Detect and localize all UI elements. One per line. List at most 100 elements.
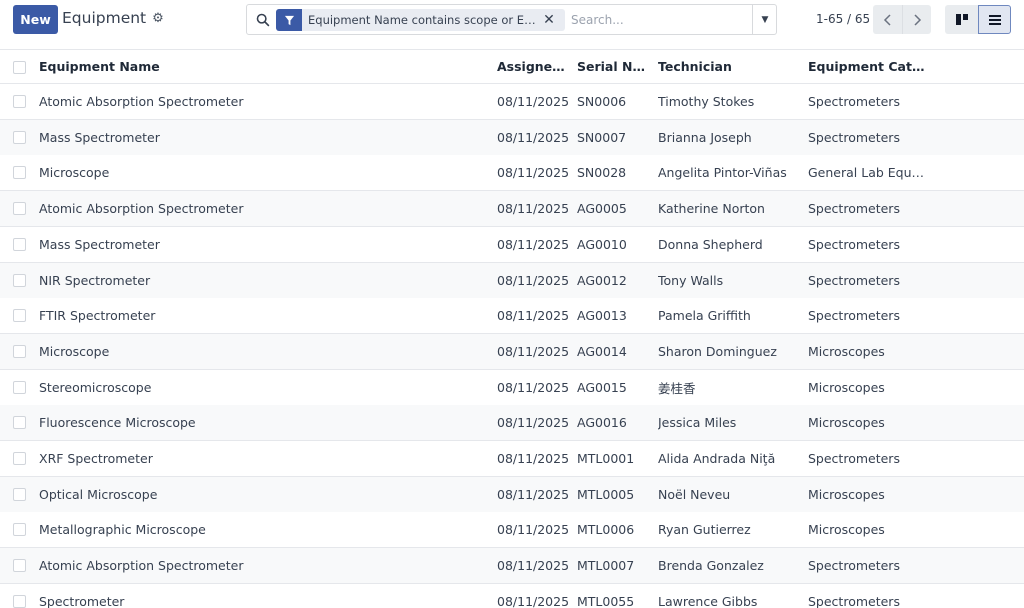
- cell-technician: Brenda Gonzalez: [658, 558, 764, 574]
- cell-assigned-date: 08/11/2025: [497, 451, 570, 466]
- table-row[interactable]: Metallographic Microscope 08/11/2025 MTL00…: [0, 512, 1024, 549]
- table-row[interactable]: Atomic Absorption Spectrometer 08/11/2025…: [0, 548, 1024, 585]
- cell-serial-number: MTL0005: [577, 486, 635, 502]
- table-row[interactable]: Microscope 08/11/2025 AG0014 Sharon Domingu…: [0, 333, 1024, 370]
- row-checkbox[interactable]: [13, 237, 26, 251]
- cell-equipment-category: Spectrometers: [808, 129, 900, 145]
- cell-equipment-category: Spectrometers: [808, 558, 900, 574]
- pager-value[interactable]: 1-65 / 65: [816, 12, 870, 26]
- table-row[interactable]: Mass Spectrometer 08/11/2025 AG0010 Donna S…: [0, 226, 1024, 263]
- cell-technician: Alida Andrada Niţă: [658, 451, 776, 466]
- row-checkbox[interactable]: [13, 380, 26, 394]
- row-checkbox[interactable]: [13, 416, 26, 430]
- search-bar: Equipment Name contains scope or Equipme…: [246, 4, 777, 35]
- cell-equipment-category: Microscopes: [808, 379, 885, 395]
- caret-down-icon[interactable]: ▼: [753, 5, 777, 34]
- chevron-left-icon[interactable]: [873, 5, 902, 34]
- row-checkbox[interactable]: [13, 309, 26, 323]
- cell-assigned-date: 08/11/2025: [497, 129, 570, 145]
- table-row[interactable]: Atomic Absorption Spectrometer 08/11/2025…: [0, 191, 1024, 228]
- search-input[interactable]: [571, 10, 747, 30]
- table-row[interactable]: Microscope 08/11/2025 SN0028 Angelita Pinto…: [0, 155, 1024, 192]
- cell-serial-number: MTL0006: [577, 522, 635, 538]
- facet-body: Equipment Name contains scope or Equipme…: [302, 9, 565, 31]
- row-checkbox[interactable]: [13, 202, 26, 216]
- close-icon[interactable]: ✕: [542, 12, 556, 28]
- row-checkbox[interactable]: [13, 594, 26, 608]
- new-button[interactable]: New: [13, 5, 58, 34]
- cell-assigned-date: 08/11/2025: [497, 272, 570, 288]
- cell-equipment-name: Atomic Absorption Spectrometer: [39, 94, 244, 109]
- row-checkbox[interactable]: [13, 559, 26, 573]
- cell-assigned-date: 08/11/2025: [497, 593, 570, 608]
- row-checkbox[interactable]: [13, 487, 26, 501]
- row-checkbox[interactable]: [13, 130, 26, 144]
- cell-assigned-date: 08/11/2025: [497, 486, 570, 502]
- cell-equipment-name: NIR Spectrometer: [39, 272, 151, 288]
- cell-serial-number: MTL0055: [577, 593, 635, 608]
- cell-equipment-name: Microscope: [39, 343, 110, 359]
- kanban-view-icon[interactable]: [945, 5, 978, 34]
- cell-equipment-name: Atomic Absorption Spectrometer: [39, 201, 244, 217]
- cell-equipment-category: Spectrometers: [808, 272, 900, 288]
- list-view-icon[interactable]: [978, 5, 1011, 34]
- table-row[interactable]: Optical Microscope 08/11/2025 MTL0005 Noël …: [0, 476, 1024, 513]
- cell-equipment-category: Spectrometers: [808, 236, 900, 252]
- cell-equipment-category: General Lab Equipment: [808, 165, 926, 181]
- view-switcher: [945, 5, 1011, 34]
- cell-equipment-category: Spectrometers: [808, 451, 900, 466]
- row-checkbox[interactable]: [13, 166, 26, 180]
- table-row[interactable]: Spectrometer 08/11/2025 MTL0055 Lawrence Gi…: [0, 583, 1024, 608]
- cell-equipment-name: Atomic Absorption Spectrometer: [39, 558, 244, 574]
- column-header-equipment-name[interactable]: Equipment Name: [39, 50, 479, 83]
- table-row[interactable]: Fluorescence Microscope 08/11/2025 AG0016 J…: [0, 405, 1024, 442]
- table-row[interactable]: Mass Spectrometer 08/11/2025 SN0007 Brianna…: [0, 119, 1024, 156]
- column-header-serial-number[interactable]: Serial Nu...: [577, 50, 647, 83]
- filter-facet[interactable]: Equipment Name contains scope or Equipme…: [276, 9, 565, 31]
- cell-assigned-date: 08/11/2025: [497, 522, 570, 538]
- cell-assigned-date: 08/11/2025: [497, 236, 570, 252]
- cell-equipment-category: Spectrometers: [808, 94, 900, 109]
- table-row[interactable]: FTIR Spectrometer 08/11/2025 AG0013 Pamela …: [0, 298, 1024, 335]
- row-checkbox[interactable]: [13, 452, 26, 465]
- cell-technician: 姜桂香: [658, 380, 696, 396]
- cell-serial-number: AG0015: [577, 379, 627, 395]
- cell-technician: Sharon Dominguez: [658, 343, 777, 359]
- table-row[interactable]: Atomic Absorption Spectrometer 08/11/2025…: [0, 84, 1024, 120]
- table-row[interactable]: NIR Spectrometer 08/11/2025 AG0012 Tony Wal…: [0, 262, 1024, 299]
- row-checkbox[interactable]: [13, 523, 26, 537]
- cell-serial-number: AG0005: [577, 201, 627, 217]
- cell-technician: Brianna Joseph: [658, 129, 752, 145]
- table-header: Equipment Name Assigned ... Serial Nu...…: [0, 50, 1024, 84]
- cell-equipment-category: Microscopes: [808, 415, 885, 431]
- cell-assigned-date: 08/11/2025: [497, 343, 570, 359]
- row-checkbox[interactable]: [13, 95, 26, 108]
- cell-serial-number: MTL0001: [577, 451, 635, 466]
- cell-serial-number: SN0006: [577, 94, 627, 109]
- column-header-technician[interactable]: Technician: [658, 50, 798, 83]
- page-title: Equipment: [62, 9, 147, 27]
- cell-technician: Katherine Norton: [658, 201, 765, 217]
- cell-assigned-date: 08/11/2025: [497, 94, 570, 109]
- column-header-assigned-date[interactable]: Assigned ...: [497, 50, 573, 83]
- cell-equipment-name: Optical Microscope: [39, 486, 158, 502]
- cell-equipment-category: Spectrometers: [808, 308, 900, 324]
- cell-serial-number: SN0028: [577, 165, 627, 181]
- cell-equipment-name: Microscope: [39, 165, 110, 181]
- column-header-equipment-category[interactable]: Equipment Category: [808, 50, 926, 83]
- cell-serial-number: AG0010: [577, 236, 627, 252]
- gear-icon[interactable]: ⚙: [152, 12, 164, 25]
- table-row[interactable]: Stereomicroscope 08/11/2025 AG0015 姜桂香 Micro…: [0, 369, 1024, 406]
- row-checkbox[interactable]: [13, 273, 26, 287]
- cell-technician: Donna Shepherd: [658, 236, 763, 252]
- cell-technician: Jessica Miles: [658, 415, 737, 431]
- cell-equipment-category: Spectrometers: [808, 593, 900, 608]
- row-checkbox[interactable]: [13, 344, 26, 358]
- cell-serial-number: SN0007: [577, 129, 627, 145]
- cell-assigned-date: 08/11/2025: [497, 379, 570, 395]
- cell-assigned-date: 08/11/2025: [497, 201, 570, 217]
- select-all-checkbox[interactable]: [13, 61, 26, 74]
- table-row[interactable]: XRF Spectrometer 08/11/2025 MTL0001 Alida A…: [0, 441, 1024, 477]
- chevron-right-icon[interactable]: [902, 5, 931, 34]
- search-icon[interactable]: [256, 13, 270, 27]
